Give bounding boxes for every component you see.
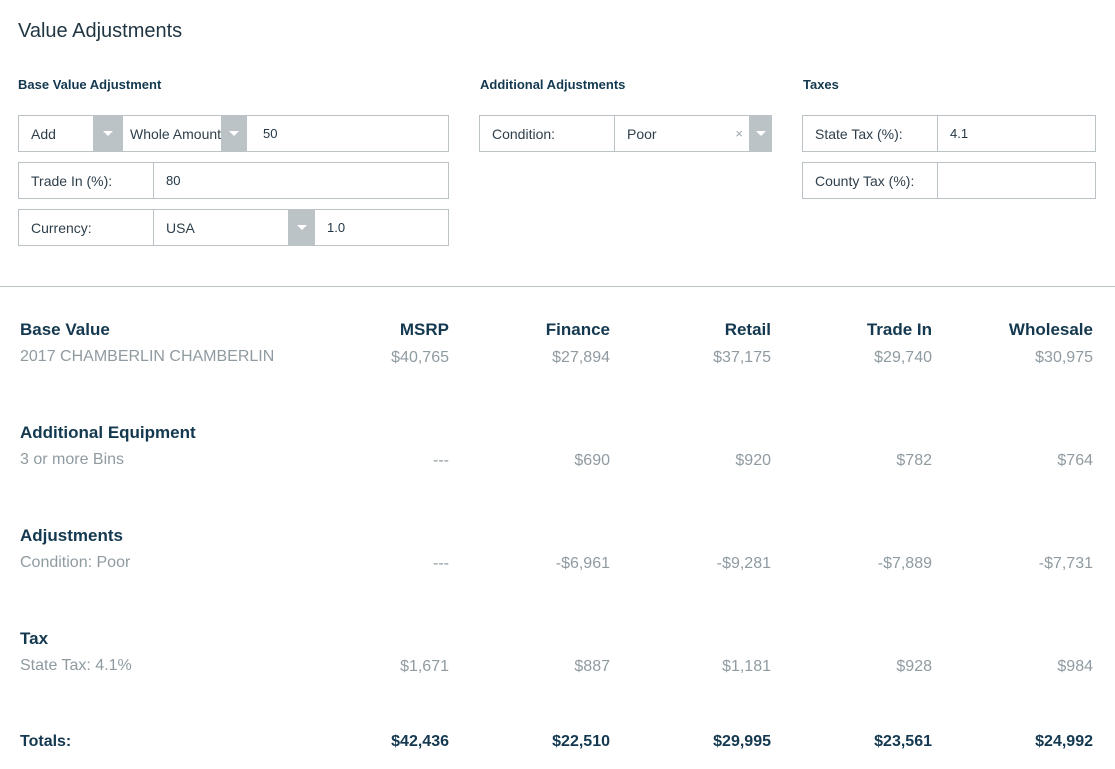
value-cell: $764: [1057, 452, 1093, 469]
value-cell: -$7,731: [1038, 555, 1093, 572]
chevron-down-icon[interactable]: [288, 210, 315, 245]
section-heading: Additional Equipment: [20, 423, 196, 442]
state-tax-input[interactable]: 4.1: [938, 116, 1095, 151]
value-cell: $782: [896, 452, 932, 469]
value-cell: $37,175: [713, 349, 771, 366]
total-cell: $22,510: [552, 733, 610, 750]
page-title: Value Adjustments: [18, 20, 183, 42]
operation-select[interactable]: Add: [19, 116, 123, 151]
total-cell: $42,436: [391, 733, 449, 750]
trade-in-field: Trade In (%): 80: [18, 162, 449, 199]
amount-input[interactable]: 50: [251, 116, 448, 151]
total-cell: $29,995: [713, 733, 771, 750]
base-value-adjustment-heading: Base Value Adjustment: [18, 77, 162, 92]
value-cell: $887: [574, 658, 610, 675]
section-divider: [0, 286, 1115, 287]
value-cell: $29,740: [874, 349, 932, 366]
condition-select[interactable]: Poor ×: [615, 116, 772, 151]
value-cell: $30,975: [1035, 349, 1093, 366]
value-cell: ---: [433, 555, 449, 572]
total-cell: $24,992: [1035, 733, 1093, 750]
section-label: Condition: Poor: [20, 554, 131, 571]
section-heading: Adjustments: [20, 526, 123, 545]
condition-label: Condition:: [480, 116, 615, 151]
county-tax-field: County Tax (%):: [802, 162, 1096, 199]
chevron-down-icon[interactable]: [221, 116, 247, 151]
currency-select-value: USA: [166, 219, 195, 236]
value-cell: -$9,281: [716, 555, 771, 572]
value-cell: $690: [574, 452, 610, 469]
total-cell: $23,561: [874, 733, 932, 750]
additional-adjustments-heading: Additional Adjustments: [480, 77, 626, 92]
trade-in-input[interactable]: 80: [154, 163, 448, 198]
taxes-heading: Taxes: [803, 77, 839, 92]
value-cell: ---: [433, 452, 449, 469]
column-header: Trade In: [866, 320, 932, 339]
condition-select-value: Poor: [627, 125, 657, 142]
value-cell: $1,181: [722, 658, 771, 675]
value-cell: $984: [1057, 658, 1093, 675]
value-cell: $920: [735, 452, 771, 469]
amount-type-select[interactable]: Whole Amount: [123, 116, 251, 151]
currency-select[interactable]: USA: [154, 210, 315, 245]
condition-field: Condition: Poor ×: [479, 115, 772, 152]
column-header: Finance: [545, 320, 610, 339]
state-tax-field: State Tax (%): 4.1: [802, 115, 1096, 152]
chevron-down-icon[interactable]: [749, 116, 772, 151]
totals-label: Totals:: [20, 733, 72, 750]
section-label: 3 or more Bins: [20, 451, 125, 468]
section-label: 2017 CHAMBERLIN CHAMBERLIN: [20, 348, 275, 365]
chevron-down-icon[interactable]: [93, 116, 123, 151]
section-label: State Tax: 4.1%: [20, 657, 132, 674]
section-heading: Tax: [20, 629, 49, 648]
value-cell: $27,894: [552, 349, 610, 366]
value-cell: -$7,889: [877, 555, 932, 572]
column-header: MSRP: [399, 320, 449, 339]
operation-select-value: Add: [31, 125, 56, 142]
trade-in-label: Trade In (%):: [19, 163, 154, 198]
section-heading: Base Value: [20, 320, 110, 339]
state-tax-label: State Tax (%):: [803, 116, 938, 151]
county-tax-label: County Tax (%):: [803, 163, 938, 198]
base-adjustment-row: Add Whole Amount 50: [18, 115, 449, 152]
currency-field: Currency: USA 1.0: [18, 209, 449, 246]
value-cell: -$6,961: [555, 555, 610, 572]
county-tax-input[interactable]: [938, 163, 1095, 198]
column-header: Wholesale: [1008, 320, 1093, 339]
currency-rate-input[interactable]: 1.0: [315, 210, 448, 245]
value-cell: $1,671: [400, 658, 449, 675]
value-cell: $928: [896, 658, 932, 675]
column-header: Retail: [724, 320, 771, 339]
value-cell: $40,765: [391, 349, 449, 366]
amount-type-select-value: Whole Amount: [130, 125, 221, 142]
currency-label: Currency:: [19, 210, 154, 245]
clear-icon[interactable]: ×: [735, 116, 749, 151]
